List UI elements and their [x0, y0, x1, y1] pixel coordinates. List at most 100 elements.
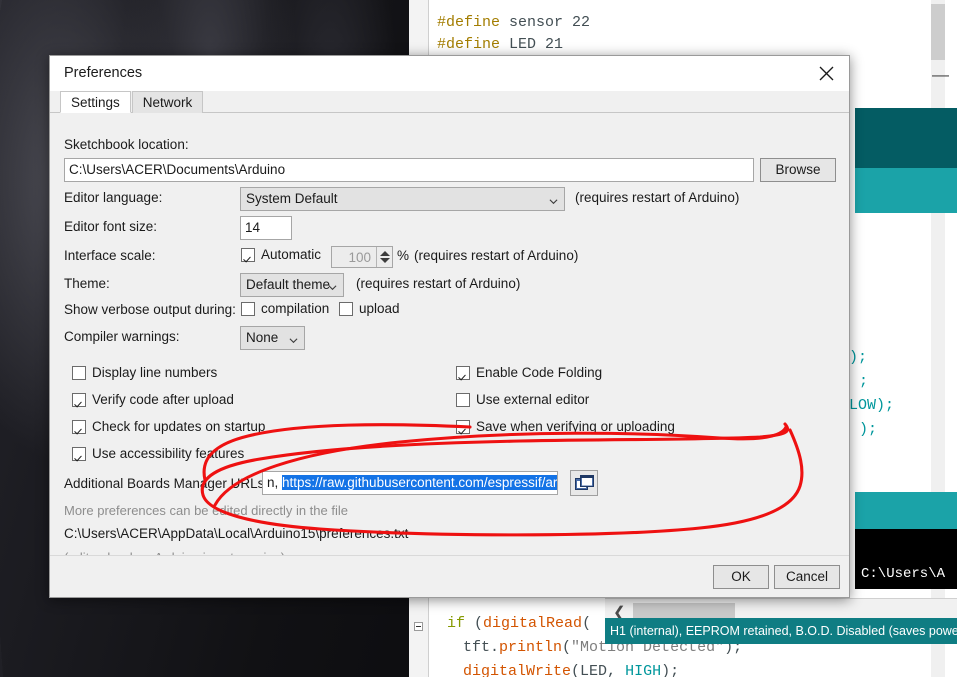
checkbox-use-external-editor[interactable]: Use external editor	[456, 392, 589, 407]
theme-note: (requires restart of Arduino)	[356, 276, 521, 291]
dialog-footer: OK Cancel	[50, 555, 849, 597]
code-token-define: #define	[437, 14, 501, 31]
checkbox-box	[72, 420, 86, 434]
code-token-digitalread: digitalRead	[483, 615, 583, 632]
theme-label: Theme:	[64, 276, 110, 291]
console-output: C:\Users\A C:\Users\A	[855, 529, 957, 640]
editor-font-size-label: Editor font size:	[64, 219, 158, 234]
chevron-down-icon	[549, 199, 558, 205]
dialog-title: Preferences	[64, 65, 143, 81]
tab-network[interactable]: Network	[131, 91, 204, 113]
editor-language-note: (requires restart of Arduino)	[575, 190, 740, 205]
checkbox-display-line-numbers[interactable]: Display line numbers	[72, 365, 217, 380]
interface-scale-automatic-checkbox[interactable]: Automatic	[241, 247, 321, 262]
code-token-println: println	[499, 639, 563, 656]
urls-prefix-text: n,	[267, 475, 283, 490]
interface-scale-percent: %	[397, 248, 410, 263]
minimize-icon[interactable]: —	[932, 66, 949, 83]
code-token-tft: tft.	[463, 639, 500, 656]
additional-boards-urls-label: Additional Boards Manager URLs:	[64, 476, 269, 491]
checkbox-box	[456, 420, 470, 434]
board-info-tooltip: H1 (internal), EEPROM retained, B.O.D. D…	[605, 618, 957, 644]
code-token-if: if	[447, 615, 466, 632]
chevron-down-icon	[289, 338, 298, 344]
code-token-define: #define	[437, 36, 501, 53]
checkbox-box	[241, 302, 255, 316]
theme-select[interactable]: Default theme	[240, 273, 344, 297]
browse-button[interactable]: Browse	[760, 158, 836, 182]
stepper-buttons[interactable]	[376, 247, 392, 267]
checkbox-label: Use accessibility features	[92, 446, 245, 461]
checkbox-verify-code-after-upload[interactable]: Verify code after upload	[72, 392, 234, 407]
checkbox-box	[72, 393, 86, 407]
checkbox-use-accessibility-features[interactable]: Use accessibility features	[72, 446, 244, 461]
editor-language-label: Editor language:	[64, 190, 163, 205]
code-fragment-3: LOW);	[849, 397, 895, 414]
verbose-upload-checkbox[interactable]: upload	[339, 301, 400, 316]
compiler-warnings-label: Compiler warnings:	[64, 329, 180, 344]
dialog-titlebar[interactable]: Preferences	[50, 56, 849, 91]
checkbox-box	[72, 447, 86, 461]
checkbox-box	[241, 248, 255, 262]
checkbox-save-when-verifying-or-uploading[interactable]: Save when verifying or uploading	[456, 419, 675, 434]
checkbox-label: Check for updates on startup	[92, 419, 266, 434]
checkbox-label: Use external editor	[476, 392, 590, 407]
stepper-up-icon[interactable]	[380, 251, 390, 256]
editor-language-value: System Default	[246, 191, 338, 206]
code-fragment-4: );	[859, 421, 878, 438]
checkbox-label: Verify code after upload	[92, 392, 234, 407]
additional-boards-urls-input[interactable]: n, https://raw.githubusercontent.com/esp…	[262, 471, 558, 495]
code-fragment-1: );	[849, 349, 868, 366]
compiler-warnings-value: None	[246, 330, 279, 345]
interface-scale-label: Interface scale:	[64, 248, 156, 263]
code-token-paren5: (	[571, 663, 581, 677]
preferences-dialog: Preferences Settings Network Sketchbook l…	[49, 55, 850, 598]
code-line-digitalwrite: digitalWrite(LED, HIGH);	[463, 663, 679, 677]
code-token-paren6: );	[661, 663, 680, 677]
editor-vertical-scrollbar-thumb[interactable]	[931, 4, 945, 60]
ok-button[interactable]: OK	[713, 565, 769, 589]
code-token-digitalwrite: digitalWrite	[463, 663, 572, 677]
interface-scale-automatic-label: Automatic	[261, 247, 322, 262]
sketchbook-location-label: Sketchbook location:	[64, 137, 189, 152]
interface-scale-note: (requires restart of Arduino)	[414, 248, 579, 263]
checkbox-check-for-updates-on-startup[interactable]: Check for updates on startup	[72, 419, 265, 434]
code-fragment-2: ;	[859, 373, 869, 390]
checkbox-enable-code-folding[interactable]: Enable Code Folding	[456, 365, 602, 380]
code-line-define-sensor: #define sensor 22	[437, 14, 590, 31]
urls-selected-text: https://raw.githubusercontent.com/espres…	[282, 475, 557, 490]
editor-language-select[interactable]: System Default	[240, 187, 565, 211]
interface-scale-stepper[interactable]: 100	[331, 246, 393, 268]
editor-font-size-input[interactable]: 14	[240, 216, 292, 240]
checkbox-box	[456, 393, 470, 407]
verbose-output-label: Show verbose output during:	[64, 302, 236, 317]
checkbox-label: Save when verifying or uploading	[476, 419, 675, 434]
toolbar-band-light	[855, 168, 957, 213]
code-token-rest: sensor 22	[500, 14, 591, 31]
dialog-body: Sketchbook location: C:\Users\ACER\Docum…	[50, 113, 849, 576]
code-fold-toggle[interactable]	[414, 622, 423, 631]
code-token-rest: LED 21	[500, 36, 564, 53]
theme-value: Default theme	[246, 277, 331, 292]
toolbar-band-light-2	[855, 492, 957, 529]
console-line: C:\Users\A	[861, 566, 946, 582]
verbose-compilation-checkbox[interactable]: compilation	[241, 301, 329, 316]
open-window-icon[interactable]	[570, 470, 598, 496]
stepper-down-icon[interactable]	[380, 258, 390, 263]
sketchbook-location-input[interactable]: C:\Users\ACER\Documents\Arduino	[64, 158, 754, 182]
code-token-paren: (	[474, 615, 484, 632]
checkbox-label: Display line numbers	[92, 365, 218, 380]
toolbar-band-dark	[855, 108, 957, 168]
checkbox-box	[339, 302, 353, 316]
close-icon[interactable]	[803, 56, 849, 91]
code-line-if: if (digitalRead(	[447, 615, 591, 632]
cancel-button[interactable]: Cancel	[774, 565, 840, 589]
verbose-upload-label: upload	[359, 301, 400, 316]
checkbox-label: Enable Code Folding	[476, 365, 603, 380]
tab-settings[interactable]: Settings	[60, 91, 131, 113]
verbose-compilation-label: compilation	[261, 301, 330, 316]
interface-scale-value: 100	[348, 250, 371, 265]
checkbox-box	[72, 366, 86, 380]
code-line-define-led: #define LED 21	[437, 36, 563, 53]
compiler-warnings-select[interactable]: None	[240, 326, 305, 350]
